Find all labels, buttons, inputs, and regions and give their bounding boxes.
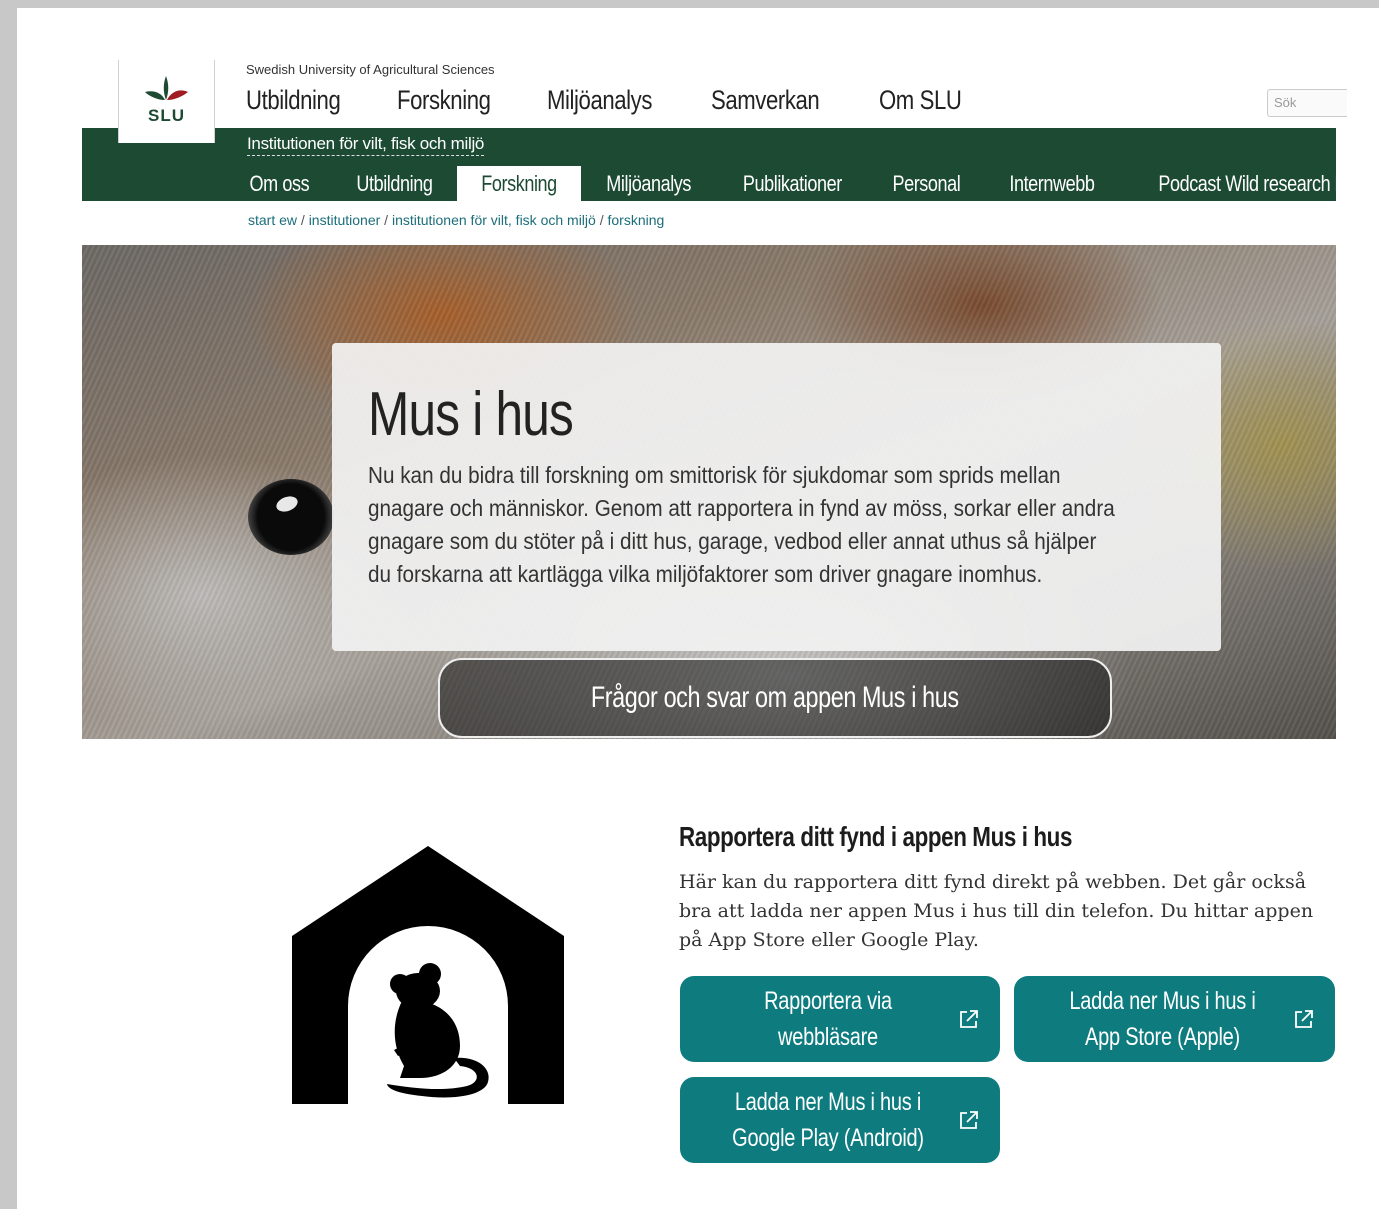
googleplay-label: Ladda ner Mus i hus i Google Play (Andro… (732, 1088, 924, 1152)
search-input[interactable]: Sök (1267, 89, 1347, 117)
hero-text: Nu kan du bidra till forskning om smitto… (368, 462, 1115, 587)
sub-nav-item-om-oss[interactable]: Om oss (227, 166, 332, 201)
sub-nav-item-utbildning[interactable]: Utbildning (332, 166, 457, 201)
breadcrumb-separator: / (595, 212, 608, 228)
sub-nav-item-personal[interactable]: Personal (869, 166, 984, 201)
main-nav-item-miljoanalys[interactable]: Miljöanalys (547, 85, 652, 116)
faq-button[interactable]: Frågor och svar om appen Mus i hus (438, 658, 1112, 738)
slu-logo[interactable]: SLU (118, 60, 215, 143)
report-web-button[interactable]: Rapportera via webbläsare (680, 976, 1000, 1062)
browser-page: SLU Swedish University of Agricultural S… (17, 8, 1379, 1209)
main-nav-item-forskning[interactable]: Forskning (397, 85, 491, 116)
mouse-house-icon (292, 846, 564, 1104)
slu-leaf-icon (145, 76, 188, 100)
sub-nav-item-forskning[interactable]: Forskning (456, 166, 581, 201)
sub-nav: Om oss Utbildning Forskning Miljöanalys … (227, 166, 1379, 201)
external-link-icon (1295, 1010, 1313, 1028)
hero-image: Mus i hus Nu kan du bidra till forskning… (82, 245, 1336, 739)
sub-nav-item-internwebb[interactable]: Internwebb (984, 166, 1120, 201)
breadcrumb-forskning[interactable]: forskning (607, 212, 664, 228)
report-text: Här kan du rapportera ditt fynd direkt p… (679, 871, 1314, 951)
main-nav: Utbildning Forskning Miljöanalys Samverk… (246, 85, 980, 116)
main-nav-item-utbildning[interactable]: Utbildning (246, 85, 341, 116)
breadcrumb-institutionen[interactable]: institutionen för vilt, fisk och miljö (392, 212, 596, 228)
external-link-icon (960, 1010, 978, 1028)
breadcrumb-start[interactable]: start ew (248, 212, 297, 228)
logo-text: SLU (148, 106, 185, 125)
sub-nav-item-publikationer[interactable]: Publikationer (716, 166, 869, 201)
breadcrumb: start ew / institutioner / institutionen… (248, 212, 664, 228)
main-nav-item-om-slu[interactable]: Om SLU (879, 85, 962, 116)
sub-nav-item-miljoanalys[interactable]: Miljöanalys (581, 166, 716, 201)
department-link[interactable]: Institutionen för vilt, fisk och miljö (247, 134, 484, 156)
appstore-button[interactable]: Ladda ner Mus i hus i App Store (Apple) (1014, 976, 1335, 1062)
appstore-label: Ladda ner Mus i hus i App Store (Apple) (1069, 987, 1256, 1051)
hero-card: Mus i hus Nu kan du bidra till forskning… (332, 343, 1221, 651)
report-web-label: Rapportera via webbläsare (764, 987, 892, 1051)
googleplay-button[interactable]: Ladda ner Mus i hus i Google Play (Andro… (680, 1077, 1000, 1163)
external-link-icon (960, 1111, 978, 1129)
sub-nav-item-podcast[interactable]: Podcast Wild research bites (1119, 166, 1379, 201)
breadcrumb-separator: / (380, 212, 392, 228)
main-nav-item-samverkan[interactable]: Samverkan (711, 85, 820, 116)
report-title: Rapportera ditt fynd i appen Mus i hus (679, 821, 1072, 852)
breadcrumb-separator: / (297, 212, 309, 228)
university-name: Swedish University of Agricultural Scien… (246, 62, 495, 77)
breadcrumb-institutioner[interactable]: institutioner (309, 212, 381, 228)
mouse-eye (248, 479, 334, 555)
hero-title: Mus i hus (368, 380, 574, 449)
